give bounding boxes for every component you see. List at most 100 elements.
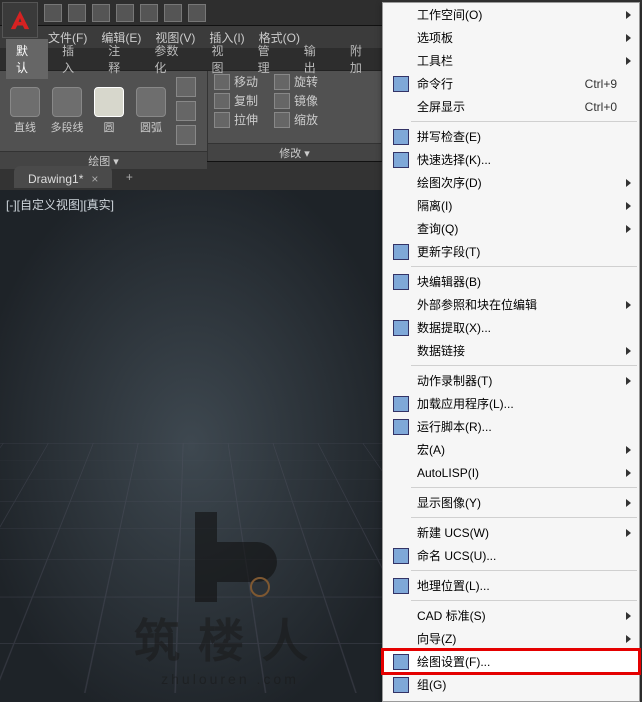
- menu-item-label: 拼写检查(E): [413, 128, 633, 145]
- close-icon[interactable]: ×: [91, 172, 98, 186]
- model-viewport[interactable]: [-][自定义视图][真实] 筑楼人 zhulouren .com: [0, 190, 382, 702]
- tool-polyline[interactable]: 多段线: [48, 87, 86, 135]
- menu-item-icon: [389, 76, 413, 92]
- menu-item-label: 快速选择(K)...: [413, 151, 633, 168]
- menu-item-icon: [389, 320, 413, 336]
- menu-item-icon: [389, 274, 413, 290]
- tool-misc-icon[interactable]: [176, 77, 196, 97]
- qat-undo-icon[interactable]: [164, 4, 182, 22]
- menu-item[interactable]: 宏(A): [383, 438, 639, 461]
- menu-item-label: 加载应用程序(L)...: [413, 395, 633, 412]
- menu-item-label: 动作录制器(T): [413, 372, 633, 389]
- menu-separator: [411, 487, 637, 488]
- menu-item-icon: [389, 419, 413, 435]
- menu-item[interactable]: 向导(Z): [383, 627, 639, 650]
- qat-print-icon[interactable]: [140, 4, 158, 22]
- menu-item-icon: [389, 152, 413, 168]
- menu-item[interactable]: 命令行Ctrl+9: [383, 72, 639, 95]
- menu-item-shortcut: Ctrl+9: [585, 77, 633, 91]
- menu-item-icon: [389, 244, 413, 260]
- qat-redo-icon[interactable]: [188, 4, 206, 22]
- menu-item[interactable]: 全屏显示Ctrl+0: [383, 95, 639, 118]
- menu-item[interactable]: 加载应用程序(L)...: [383, 392, 639, 415]
- menu-item[interactable]: 工具栏: [383, 49, 639, 72]
- menu-item-label: 向导(Z): [413, 630, 633, 647]
- menu-item[interactable]: 命名 UCS(U)...: [383, 544, 639, 567]
- group-title-modify[interactable]: 修改 ▾: [208, 143, 381, 161]
- tool-move[interactable]: 移动旋转: [214, 73, 375, 90]
- menu-item-label: 工具栏: [413, 52, 633, 69]
- file-tab-drawing1[interactable]: Drawing1* ×: [14, 166, 112, 188]
- menu-item[interactable]: 查询(Q): [383, 217, 639, 240]
- menu-separator: [411, 365, 637, 366]
- quick-access-toolbar: [0, 0, 382, 26]
- menu-item[interactable]: 运行脚本(R)...: [383, 415, 639, 438]
- menu-item[interactable]: 块编辑器(B): [383, 270, 639, 293]
- menu-item[interactable]: 显示图像(Y): [383, 491, 639, 514]
- qat-saveas-icon[interactable]: [116, 4, 134, 22]
- menu-item[interactable]: 更新字段(T): [383, 240, 639, 263]
- menu-separator: [411, 121, 637, 122]
- app-logo[interactable]: [2, 2, 38, 38]
- menu-item[interactable]: 数据链接: [383, 339, 639, 362]
- menu-item[interactable]: 绘图设置(F)...: [383, 650, 639, 673]
- menu-item-label: 数据链接: [413, 342, 633, 359]
- menu-item[interactable]: 工作空间(O): [383, 3, 639, 26]
- qat-open-icon[interactable]: [68, 4, 86, 22]
- menu-item-label: 更新字段(T): [413, 243, 633, 260]
- menu-item[interactable]: 数据提取(X)...: [383, 316, 639, 339]
- menu-item[interactable]: 拼写检查(E): [383, 125, 639, 148]
- add-tab-button[interactable]: +: [118, 166, 140, 188]
- menu-item-label: 宏(A): [413, 441, 633, 458]
- menu-item-label: 显示图像(Y): [413, 494, 633, 511]
- menu-item[interactable]: CAD 标准(S): [383, 604, 639, 627]
- menu-separator: [411, 600, 637, 601]
- tool-copy[interactable]: 复制镜像: [214, 92, 375, 109]
- menu-item[interactable]: 选项板: [383, 26, 639, 49]
- menu-item-shortcut: Ctrl+0: [585, 100, 633, 114]
- qat-save-icon[interactable]: [92, 4, 110, 22]
- menu-item-label: 工作空间(O): [413, 6, 633, 23]
- menu-item-label: 命令行: [413, 75, 585, 92]
- menu-item-label: 绘图设置(F)...: [413, 653, 633, 670]
- menu-item[interactable]: 外部参照和块在位编辑: [383, 293, 639, 316]
- menu-item-label: 查询(Q): [413, 220, 633, 237]
- tool-circle[interactable]: 圆: [90, 87, 128, 135]
- tool-stretch[interactable]: 拉伸缩放: [214, 111, 375, 128]
- menu-item-label: 命名 UCS(U)...: [413, 547, 633, 564]
- tool-misc-icon[interactable]: [176, 101, 196, 121]
- tool-misc-icon[interactable]: [176, 125, 196, 145]
- menu-item-label: AutoLISP(I): [413, 466, 633, 480]
- menu-separator: [411, 517, 637, 518]
- menu-item[interactable]: 地理位置(L)...: [383, 574, 639, 597]
- menu-separator: [411, 570, 637, 571]
- menu-item-label: 数据提取(X)...: [413, 319, 633, 336]
- menu-item[interactable]: AutoLISP(I): [383, 461, 639, 484]
- menu-item-icon: [389, 129, 413, 145]
- tools-context-menu: 工作空间(O)选项板工具栏命令行Ctrl+9全屏显示Ctrl+0拼写检查(E)快…: [382, 2, 640, 702]
- viewport-label[interactable]: [-][自定义视图][真实]: [6, 196, 114, 213]
- ribbon-tabs: 默认 插入 注释 参数化 视图 管理 输出 附加: [0, 48, 382, 70]
- menu-item[interactable]: 组(G): [383, 673, 639, 696]
- tool-arc[interactable]: 圆弧: [132, 87, 170, 135]
- menu-item[interactable]: 隔离(I): [383, 194, 639, 217]
- qat-new-icon[interactable]: [44, 4, 62, 22]
- menu-item-label: 地理位置(L)...: [413, 577, 633, 594]
- menu-item[interactable]: 快速选择(K)...: [383, 148, 639, 171]
- menu-item-label: CAD 标准(S): [413, 607, 633, 624]
- menu-separator: [411, 266, 637, 267]
- menu-item-label: 选项板: [413, 29, 633, 46]
- menu-item-icon: [389, 677, 413, 693]
- menu-item-label: 外部参照和块在位编辑: [413, 296, 633, 313]
- ribbon-panel: 直线 多段线 圆 圆弧 绘图 ▾: [0, 70, 382, 162]
- file-tab-label: Drawing1*: [28, 172, 83, 186]
- menu-item-label: 绘图次序(D): [413, 174, 633, 191]
- menu-item-label: 隔离(I): [413, 197, 633, 214]
- menu-item-label: 块编辑器(B): [413, 273, 633, 290]
- menu-item[interactable]: 新建 UCS(W): [383, 521, 639, 544]
- menu-item[interactable]: 绘图次序(D): [383, 171, 639, 194]
- menu-item[interactable]: 动作录制器(T): [383, 369, 639, 392]
- tool-line[interactable]: 直线: [6, 87, 44, 135]
- menu-item-icon: [389, 548, 413, 564]
- menu-item-icon: [389, 578, 413, 594]
